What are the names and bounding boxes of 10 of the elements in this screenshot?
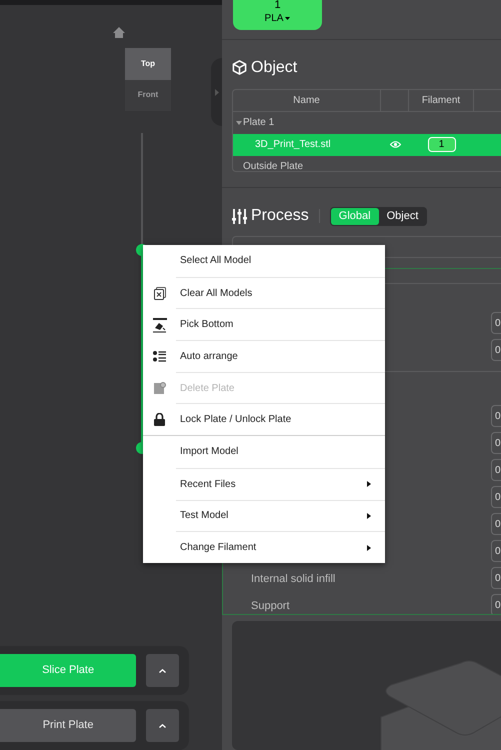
table-cell-text: Outside Plate bbox=[242, 160, 304, 172]
table-cell-text: 3D_Print_Test.stl bbox=[254, 138, 332, 152]
panel-title: Process bbox=[251, 206, 309, 226]
panel-title: Object bbox=[251, 58, 298, 78]
table-cell-text: Plate 1 bbox=[243, 116, 274, 130]
setting-label: Support bbox=[251, 600, 290, 612]
filament-number: 1 bbox=[274, 0, 281, 11]
setting-label: Internal solid infill bbox=[251, 573, 336, 586]
menu-item: Delete Plate bbox=[180, 382, 236, 396]
filament-type: PLA bbox=[264, 12, 284, 26]
